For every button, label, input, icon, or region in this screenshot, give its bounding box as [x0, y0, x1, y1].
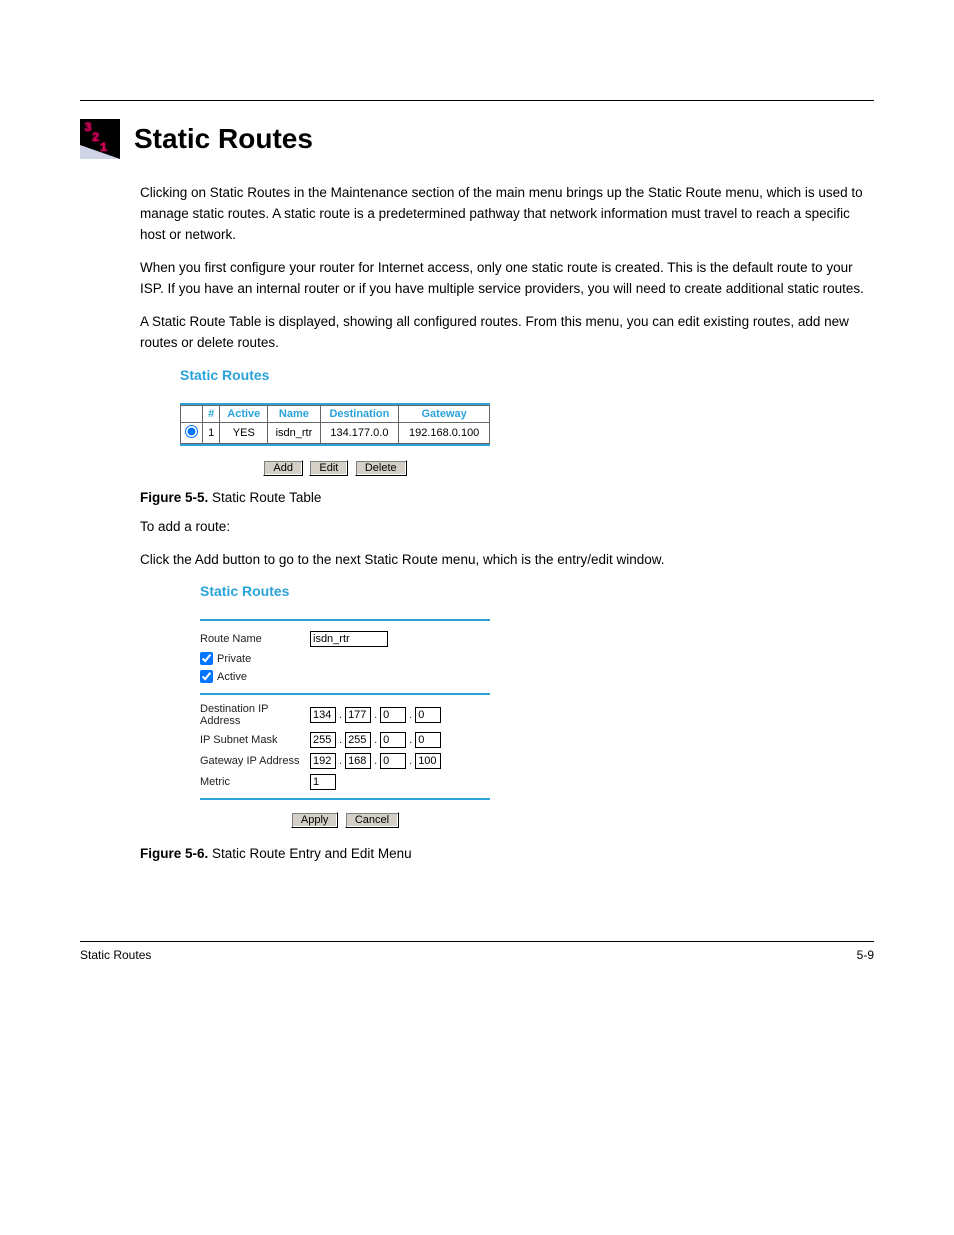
gw-octet2[interactable] — [345, 753, 371, 769]
col-active: Active — [220, 406, 268, 423]
col-number: # — [203, 406, 220, 423]
add-button[interactable]: Add — [263, 460, 303, 476]
table-header-row: # Active Name Destination Gateway — [181, 406, 490, 423]
metric-label: Metric — [200, 776, 310, 788]
dest-ip-octet3[interactable] — [380, 707, 406, 723]
logo-image: 3 2 1 — [80, 119, 120, 159]
dest-ip-octet2[interactable] — [345, 707, 371, 723]
cell-gateway: 192.168.0.100 — [399, 423, 490, 444]
cancel-button[interactable]: Cancel — [345, 812, 399, 828]
add-route-instruction: Click the Add button to go to the next S… — [140, 550, 874, 571]
page-title: Static Routes — [134, 123, 313, 155]
figure1-heading: Static Routes — [180, 367, 874, 383]
delete-button[interactable]: Delete — [355, 460, 407, 476]
dest-ip-octet1[interactable] — [310, 707, 336, 723]
active-checkbox[interactable] — [200, 670, 213, 683]
col-name: Name — [268, 406, 320, 423]
intro-paragraph-1: Clicking on Static Routes in the Mainten… — [140, 183, 874, 246]
private-label: Private — [217, 653, 251, 665]
figure1-caption-text: Static Route Table — [212, 490, 321, 505]
intro-paragraph-3: A Static Route Table is displayed, showi… — [140, 312, 874, 354]
footer-left: Static Routes — [80, 948, 151, 962]
col-select — [181, 406, 203, 423]
gateway-label: Gateway IP Address — [200, 755, 310, 767]
figure-static-route-edit: Static Routes Route Name Private Active … — [200, 583, 500, 828]
cell-number: 1 — [203, 423, 220, 444]
mask-label: IP Subnet Mask — [200, 734, 310, 746]
figure2-caption-text: Static Route Entry and Edit Menu — [212, 846, 412, 861]
edit-button[interactable]: Edit — [309, 460, 348, 476]
row-select-radio[interactable] — [185, 425, 198, 438]
apply-button[interactable]: Apply — [291, 812, 339, 828]
gw-octet4[interactable] — [415, 753, 441, 769]
figure2-heading: Static Routes — [200, 583, 500, 599]
mask-octet3[interactable] — [380, 732, 406, 748]
active-label: Active — [217, 671, 247, 683]
cell-active: YES — [220, 423, 268, 444]
dest-ip-octet4[interactable] — [415, 707, 441, 723]
intro-paragraph-2: When you first configure your router for… — [140, 258, 874, 300]
private-checkbox[interactable] — [200, 652, 213, 665]
col-destination: Destination — [320, 406, 399, 423]
cell-destination: 134.177.0.0 — [320, 423, 399, 444]
figure-static-route-table: Static Routes # Active Name Destination … — [180, 367, 874, 476]
route-name-input[interactable] — [310, 631, 388, 647]
table-row: 1 YES isdn_rtr 134.177.0.0 192.168.0.100 — [181, 423, 490, 444]
mask-octet4[interactable] — [415, 732, 441, 748]
dest-ip-label: Destination IP Address — [200, 703, 310, 727]
figure2-caption-prefix: Figure 5-6. — [140, 846, 208, 861]
metric-input[interactable] — [310, 774, 336, 790]
mask-octet1[interactable] — [310, 732, 336, 748]
footer-right: 5-9 — [857, 948, 874, 962]
gw-octet3[interactable] — [380, 753, 406, 769]
route-name-label: Route Name — [200, 633, 310, 645]
col-gateway: Gateway — [399, 406, 490, 423]
gw-octet1[interactable] — [310, 753, 336, 769]
add-route-label: To add a route: — [140, 517, 874, 538]
mask-octet2[interactable] — [345, 732, 371, 748]
figure1-caption-prefix: Figure 5-5. — [140, 490, 208, 505]
cell-name: isdn_rtr — [268, 423, 320, 444]
